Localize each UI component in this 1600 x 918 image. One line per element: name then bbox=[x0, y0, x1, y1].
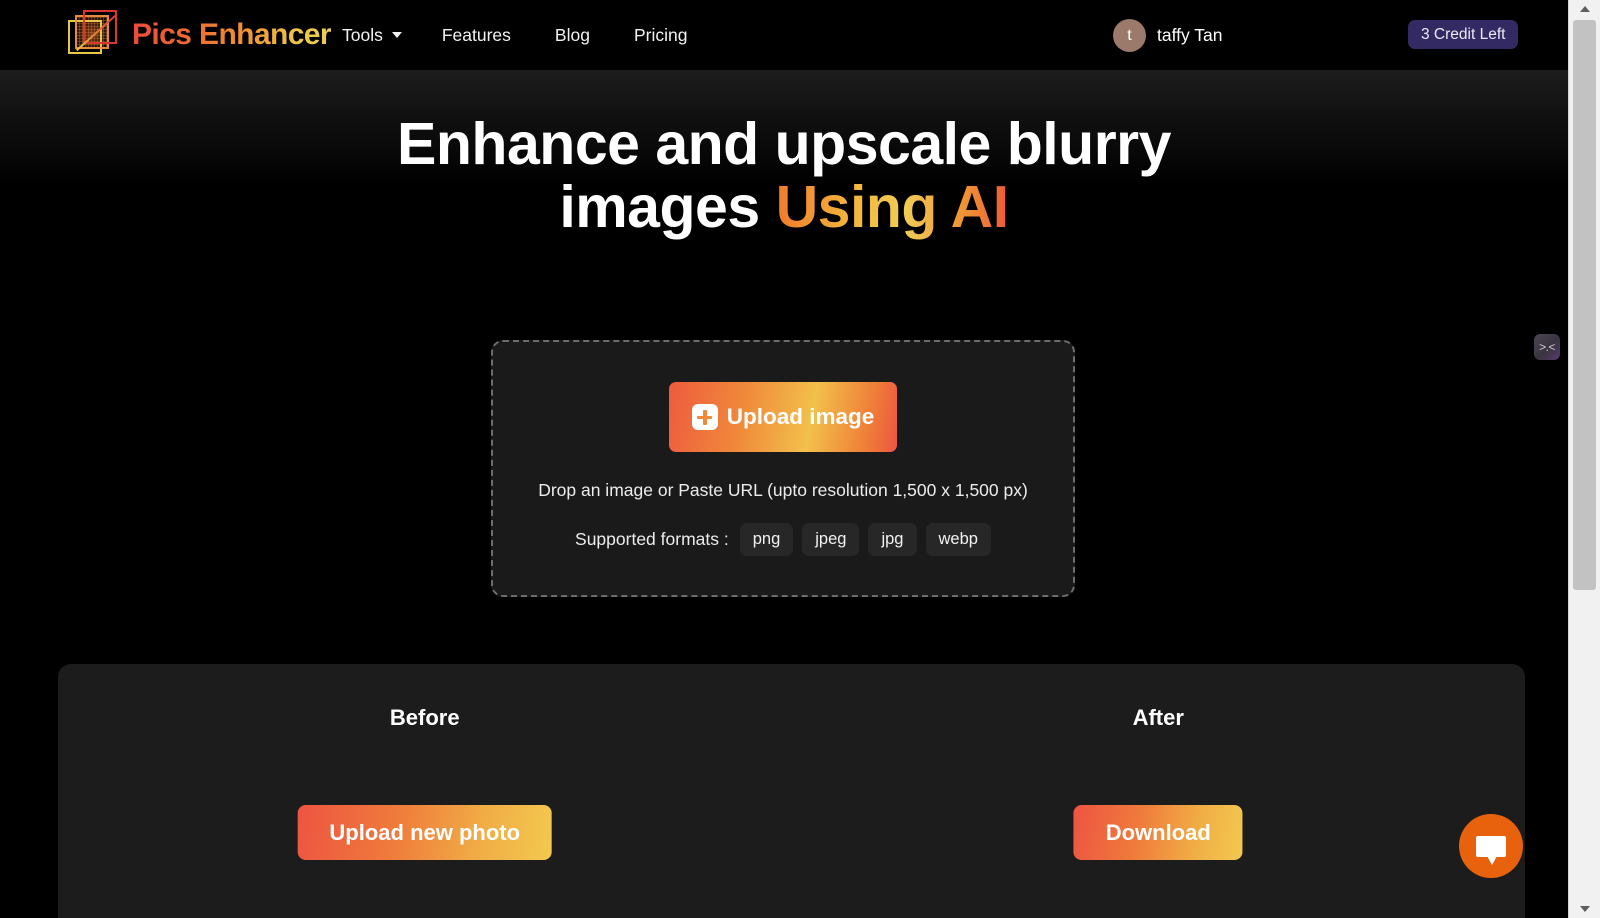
nav-item-blog-label: Blog bbox=[554, 24, 590, 45]
nav-item-tools[interactable]: Tools bbox=[342, 25, 424, 46]
nav-item-features-label: Features bbox=[441, 24, 511, 45]
main-nav: Tools Features Blog Pricing bbox=[342, 0, 713, 70]
user-name: taffy Tan bbox=[1157, 25, 1223, 45]
credit-badge[interactable]: 3 Credit Left bbox=[1408, 20, 1519, 49]
scrollbar-up-arrow-icon[interactable] bbox=[1569, 0, 1600, 18]
page-title-line-2-plain: images bbox=[559, 173, 776, 240]
scrollbar-down-arrow-icon[interactable] bbox=[1569, 900, 1600, 918]
format-chip-jpg[interactable]: jpg bbox=[868, 523, 917, 556]
page-title: Enhance and upscale blurry images Using … bbox=[0, 113, 1568, 238]
avatar: t bbox=[1113, 19, 1146, 52]
nav-item-blog[interactable]: Blog bbox=[537, 25, 616, 46]
format-chip-webp[interactable]: webp bbox=[925, 523, 991, 556]
before-label: Before bbox=[389, 705, 460, 730]
after-label: After bbox=[1132, 705, 1184, 730]
format-chip-png[interactable]: png bbox=[739, 523, 794, 556]
before-after-panel: Before Upload new photo After Download bbox=[58, 664, 1525, 918]
brand-logo-link[interactable]: Pics Enhancer bbox=[68, 5, 332, 65]
chevron-down-icon bbox=[391, 32, 402, 38]
page-viewport: Pics Enhancer Tools Features Blog Pricin… bbox=[0, 0, 1568, 918]
page-title-line-1: Enhance and upscale blurry bbox=[397, 111, 1171, 177]
stacked-squares-logo-icon bbox=[68, 9, 122, 61]
page-scrollbar[interactable] bbox=[1568, 0, 1600, 918]
brand-name: Pics Enhancer bbox=[132, 18, 332, 51]
supported-formats: Supported formats : png jpeg jpg webp bbox=[575, 523, 991, 556]
page-title-accent: Using AI bbox=[775, 173, 1010, 240]
supported-formats-label: Supported formats : bbox=[575, 529, 729, 549]
nav-item-tools-label: Tools bbox=[342, 24, 383, 45]
scrollbar-thumb[interactable] bbox=[1573, 20, 1596, 590]
download-button[interactable]: Download bbox=[1073, 805, 1243, 860]
after-column: After Download bbox=[792, 664, 1526, 918]
upload-image-button-label: Upload image bbox=[726, 404, 875, 429]
format-chip-jpeg[interactable]: jpeg bbox=[802, 523, 860, 556]
upload-image-button[interactable]: Upload image bbox=[669, 382, 897, 452]
before-column: Before Upload new photo bbox=[58, 664, 792, 918]
chat-support-button[interactable] bbox=[1459, 814, 1523, 878]
plus-square-icon bbox=[691, 404, 718, 430]
page-title-line-2: images Using AI bbox=[0, 173, 1568, 240]
side-panel-toggle-icon[interactable]: >.< bbox=[1534, 334, 1560, 360]
site-header: Pics Enhancer Tools Features Blog Pricin… bbox=[0, 0, 1568, 70]
nav-item-features[interactable]: Features bbox=[424, 25, 537, 46]
upload-new-photo-button[interactable]: Upload new photo bbox=[297, 805, 553, 860]
user-menu[interactable]: t taffy Tan bbox=[1113, 19, 1223, 52]
image-dropzone[interactable]: Upload image Drop an image or Paste URL … bbox=[491, 340, 1075, 597]
dropzone-hint: Drop an image or Paste URL (upto resolut… bbox=[538, 480, 1028, 500]
nav-item-pricing-label: Pricing bbox=[633, 24, 688, 45]
nav-item-pricing[interactable]: Pricing bbox=[616, 25, 714, 46]
chat-bubble-icon bbox=[1476, 835, 1506, 865]
